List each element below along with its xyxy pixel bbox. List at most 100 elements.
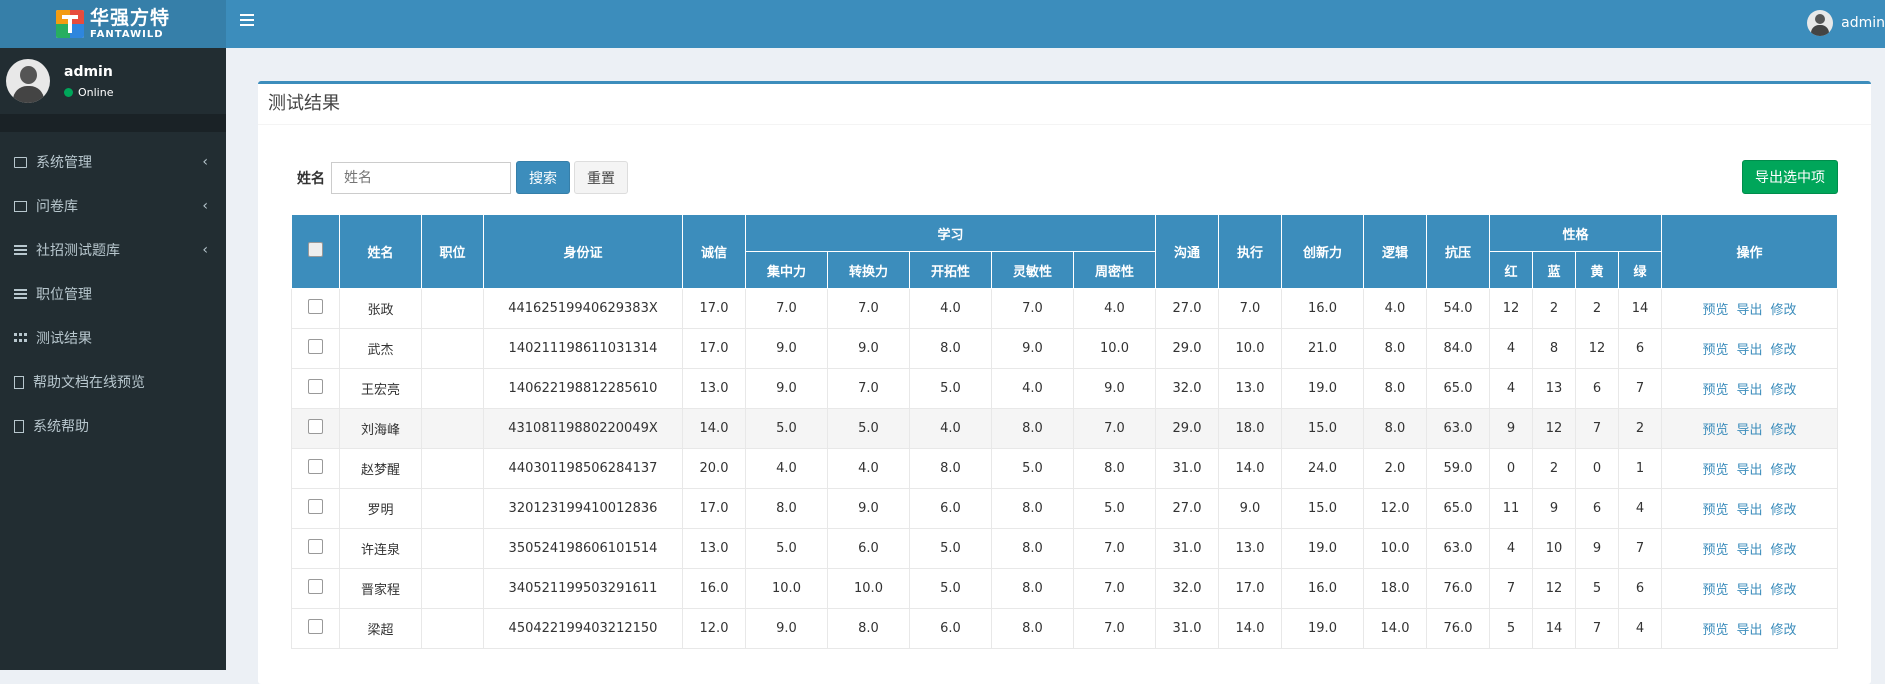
cell-score: 5.0	[991, 448, 1074, 489]
cell-score: 7.0	[1073, 528, 1156, 569]
select-all-checkbox[interactable]	[308, 242, 323, 257]
cell-score: 31.0	[1155, 608, 1219, 649]
row-checkbox[interactable]	[308, 299, 323, 314]
cell-name: 赵梦醒	[339, 448, 422, 489]
search-button[interactable]: 搜索	[516, 161, 570, 194]
cell-score: 8.0	[745, 488, 828, 529]
cell-score: 29.0	[1155, 408, 1219, 449]
row-checkbox[interactable]	[308, 579, 323, 594]
sidebar-item-test-bank[interactable]: 社招测试题库 ‹	[0, 228, 226, 272]
preview-link[interactable]: 预览	[1702, 423, 1728, 438]
row-checkbox[interactable]	[308, 499, 323, 514]
edit-link[interactable]: 修改	[1771, 463, 1797, 478]
cell-personality: 12	[1575, 328, 1619, 369]
name-search-input[interactable]	[331, 161, 511, 194]
preview-link[interactable]: 预览	[1702, 303, 1728, 318]
export-link[interactable]: 导出	[1736, 423, 1762, 438]
cell-score: 8.0	[1073, 448, 1156, 489]
edit-link[interactable]: 修改	[1771, 543, 1797, 558]
cell-personality: 7	[1618, 528, 1662, 569]
grid-icon	[14, 332, 27, 344]
cell-score: 4.0	[991, 368, 1074, 409]
cell-score: 4.0	[909, 288, 992, 329]
sidebar-item-label: 测试结果	[36, 331, 92, 347]
col-header-agility: 灵敏性	[991, 251, 1074, 289]
col-header-personality: 性格	[1489, 214, 1662, 252]
cell-position	[421, 608, 484, 649]
sidebar-item-positions[interactable]: 职位管理	[0, 272, 226, 316]
col-header-logic: 逻辑	[1363, 214, 1427, 289]
row-checkbox[interactable]	[308, 539, 323, 554]
preview-link[interactable]: 预览	[1702, 343, 1728, 358]
cell-position	[421, 488, 484, 529]
row-checkbox[interactable]	[308, 619, 323, 634]
sidebar-item-system-management[interactable]: 系统管理 ‹	[0, 140, 226, 184]
row-checkbox[interactable]	[308, 419, 323, 434]
cell-score: 20.0	[682, 448, 746, 489]
preview-link[interactable]: 预览	[1702, 463, 1728, 478]
cell-id: 320123199410012836	[483, 488, 683, 529]
user-panel: admin Online	[0, 48, 226, 114]
logo-cn-text: 华强方特	[89, 6, 170, 29]
logo-area[interactable]: 华强方特 FANTAWILD	[0, 0, 226, 48]
cell-score: 59.0	[1426, 448, 1490, 489]
cell-score: 65.0	[1426, 368, 1490, 409]
export-selected-button[interactable]: 导出选中项	[1742, 160, 1838, 194]
sidebar-item-test-results[interactable]: 测试结果	[0, 316, 226, 360]
export-link[interactable]: 导出	[1736, 543, 1762, 558]
cell-score: 16.0	[1281, 288, 1364, 329]
cell-score: 63.0	[1426, 528, 1490, 569]
cell-score: 9.0	[1073, 368, 1156, 409]
edit-link[interactable]: 修改	[1771, 303, 1797, 318]
export-link[interactable]: 导出	[1736, 583, 1762, 598]
sidebar-toggle-icon[interactable]	[240, 14, 254, 28]
edit-link[interactable]: 修改	[1771, 583, 1797, 598]
row-checkbox[interactable]	[308, 379, 323, 394]
cell-score: 9.0	[1218, 488, 1282, 529]
user-menu[interactable]: admin	[1807, 10, 1885, 36]
cell-score: 21.0	[1281, 328, 1364, 369]
cell-score: 5.0	[909, 568, 992, 609]
edit-link[interactable]: 修改	[1771, 343, 1797, 358]
cell-personality: 0	[1489, 448, 1533, 489]
preview-link[interactable]: 预览	[1702, 503, 1728, 518]
edit-link[interactable]: 修改	[1771, 383, 1797, 398]
row-select-cell	[291, 368, 340, 409]
cell-personality: 9	[1532, 488, 1576, 529]
cell-score: 6.0	[827, 528, 910, 569]
cell-score: 17.0	[682, 488, 746, 529]
edit-link[interactable]: 修改	[1771, 503, 1797, 518]
export-link[interactable]: 导出	[1736, 383, 1762, 398]
export-link[interactable]: 导出	[1736, 343, 1762, 358]
edit-link[interactable]: 修改	[1771, 623, 1797, 638]
export-link[interactable]: 导出	[1736, 503, 1762, 518]
preview-link[interactable]: 预览	[1702, 383, 1728, 398]
cell-score: 84.0	[1426, 328, 1490, 369]
cell-id: 44162519940629383X	[483, 288, 683, 329]
edit-icon	[14, 156, 27, 168]
sidebar-item-questionnaire[interactable]: 问卷库 ‹	[0, 184, 226, 228]
preview-link[interactable]: 预览	[1702, 583, 1728, 598]
cell-personality: 7	[1489, 568, 1533, 609]
list-icon	[14, 288, 27, 300]
preview-link[interactable]: 预览	[1702, 623, 1728, 638]
preview-link[interactable]: 预览	[1702, 543, 1728, 558]
export-link[interactable]: 导出	[1736, 303, 1762, 318]
cell-score: 17.0	[682, 328, 746, 369]
cell-score: 2.0	[1363, 448, 1427, 489]
col-header-communication: 沟通	[1155, 214, 1219, 289]
col-header-actions: 操作	[1661, 214, 1838, 289]
cell-score: 31.0	[1155, 448, 1219, 489]
sidebar-item-help-docs[interactable]: 帮助文档在线预览	[0, 360, 226, 404]
cell-score: 65.0	[1426, 488, 1490, 529]
cell-score: 10.0	[745, 568, 828, 609]
cell-id: 350524198606101514	[483, 528, 683, 569]
sidebar-item-system-help[interactable]: 系统帮助	[0, 404, 226, 448]
reset-button[interactable]: 重置	[574, 161, 628, 194]
export-link[interactable]: 导出	[1736, 623, 1762, 638]
row-checkbox[interactable]	[308, 339, 323, 354]
file-icon	[14, 419, 24, 433]
row-checkbox[interactable]	[308, 459, 323, 474]
export-link[interactable]: 导出	[1736, 463, 1762, 478]
edit-link[interactable]: 修改	[1771, 423, 1797, 438]
